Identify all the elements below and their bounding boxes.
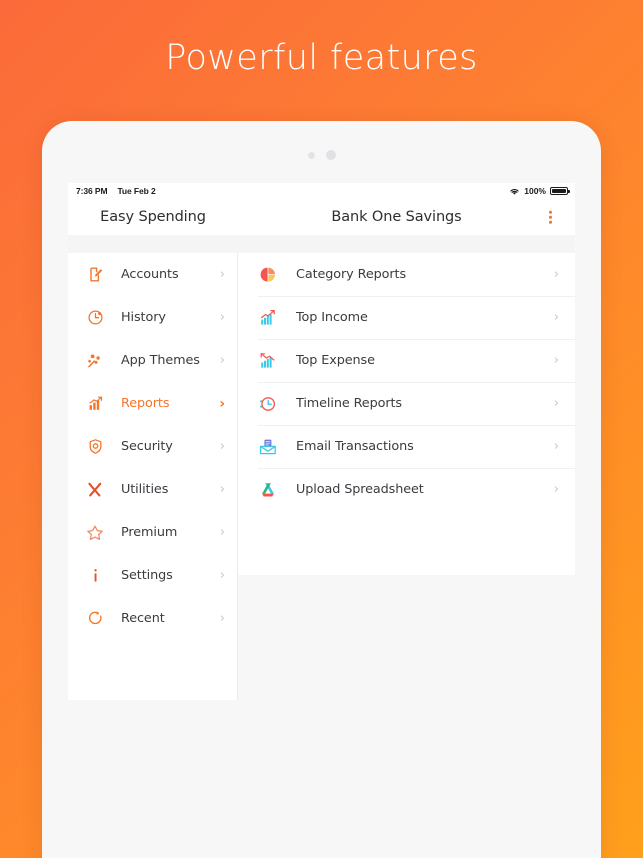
drive-upload-icon [258,480,278,500]
status-indicators: 100% [509,186,570,196]
chevron-right-icon: › [553,439,559,454]
sidebar-item-label: Security [121,439,173,454]
status-time: 7:36 PM [76,186,108,196]
sidebar-navbar: Easy Spending [68,199,238,235]
detail-navbar: Bank One Savings [238,199,575,235]
sidebar-item-label: Reports [121,396,170,411]
detail-item-label: Email Transactions [296,439,414,454]
detail-list: Category Reports › Top Income › Top Expe… [238,253,575,575]
detail-item-top-income[interactable]: Top Income › [238,296,575,339]
info-icon [85,566,105,586]
device-screen: 7:36 PM Tue Feb 2 100% Easy Spending Ban… [68,183,575,858]
tablet-device-frame: 7:36 PM Tue Feb 2 100% Easy Spending Ban… [42,121,601,858]
battery-percent: 100% [524,186,546,196]
sidebar-item-security[interactable]: Security › [68,425,237,468]
detail-item-upload-spreadsheet[interactable]: Upload Spreadsheet › [238,468,575,511]
battery-full-icon [550,187,570,195]
sidebar-item-accounts[interactable]: Accounts › [68,253,237,296]
chevron-right-icon: › [219,525,225,540]
detail-item-label: Top Expense [296,353,375,368]
chevron-right-icon: › [553,396,559,411]
detail-item-label: Category Reports [296,267,407,282]
sidebar-item-utilities[interactable]: Utilities › [68,468,237,511]
sidebar-item-history[interactable]: History › [68,296,237,339]
toolbar-strip [68,235,575,253]
wifi-icon [509,187,520,196]
detail-item-label: Top Income [296,310,368,325]
bar-chart-up-icon [258,308,278,328]
kebab-menu-icon[interactable] [546,208,555,227]
front-camera-icon [325,150,336,160]
sidebar-item-label: Settings [121,568,173,583]
sidebar-item-label: History [121,310,166,325]
chevron-right-icon: › [219,395,225,412]
refresh-icon [85,609,105,629]
sidebar-item-app-themes[interactable]: App Themes › [68,339,237,382]
chevron-right-icon: › [219,568,225,583]
clock-icon [85,308,105,328]
sidebar-item-label: Recent [121,611,165,626]
sidebar-title: Easy Spending [100,209,206,225]
detail-item-timeline-reports[interactable]: Timeline Reports › [238,382,575,425]
detail-item-category-reports[interactable]: Category Reports › [238,253,575,296]
chevron-right-icon: › [553,267,559,282]
detail-item-label: Timeline Reports [296,396,402,411]
note-edit-icon [85,265,105,285]
bar-chart-down-icon [258,351,278,371]
detail-item-top-expense[interactable]: Top Expense › [238,339,575,382]
chevron-right-icon: › [553,310,559,325]
email-download-icon [258,437,278,457]
detail-title: Bank One Savings [331,209,462,225]
sidebar-menu: Accounts › History › App Themes › Report… [68,253,238,700]
star-icon [85,523,105,543]
chevron-right-icon: › [219,611,225,626]
split-view: Accounts › History › App Themes › Report… [68,253,575,858]
ambient-sensor-icon [307,151,315,159]
status-date: Tue Feb 2 [117,186,156,196]
chevron-right-icon: › [219,267,225,282]
sidebar-item-label: App Themes [121,353,200,368]
navigation-bar: Easy Spending Bank One Savings [68,199,575,235]
page-title: Powerful features [165,38,478,78]
pie-chart-icon [258,265,278,285]
timeline-clock-icon [258,394,278,414]
palette-icon [85,351,105,371]
bar-chart-icon [85,394,105,414]
sidebar-item-recent[interactable]: Recent › [68,597,237,640]
tools-icon [85,480,105,500]
chevron-right-icon: › [553,353,559,368]
sidebar-item-settings[interactable]: Settings › [68,554,237,597]
detail-item-label: Upload Spreadsheet [296,482,424,497]
detail-item-email-transactions[interactable]: Email Transactions › [238,425,575,468]
chevron-right-icon: › [553,482,559,497]
chevron-right-icon: › [219,353,225,368]
sidebar-item-label: Accounts [121,267,179,282]
sidebar-item-label: Premium [121,525,178,540]
sidebar-item-reports[interactable]: Reports › [68,382,237,425]
chevron-right-icon: › [219,482,225,497]
shield-icon [85,437,105,457]
sidebar-item-label: Utilities [121,482,169,497]
status-bar: 7:36 PM Tue Feb 2 100% [68,183,575,199]
sidebar-item-premium[interactable]: Premium › [68,511,237,554]
chevron-right-icon: › [219,310,225,325]
chevron-right-icon: › [219,439,225,454]
device-sensors [42,150,601,160]
